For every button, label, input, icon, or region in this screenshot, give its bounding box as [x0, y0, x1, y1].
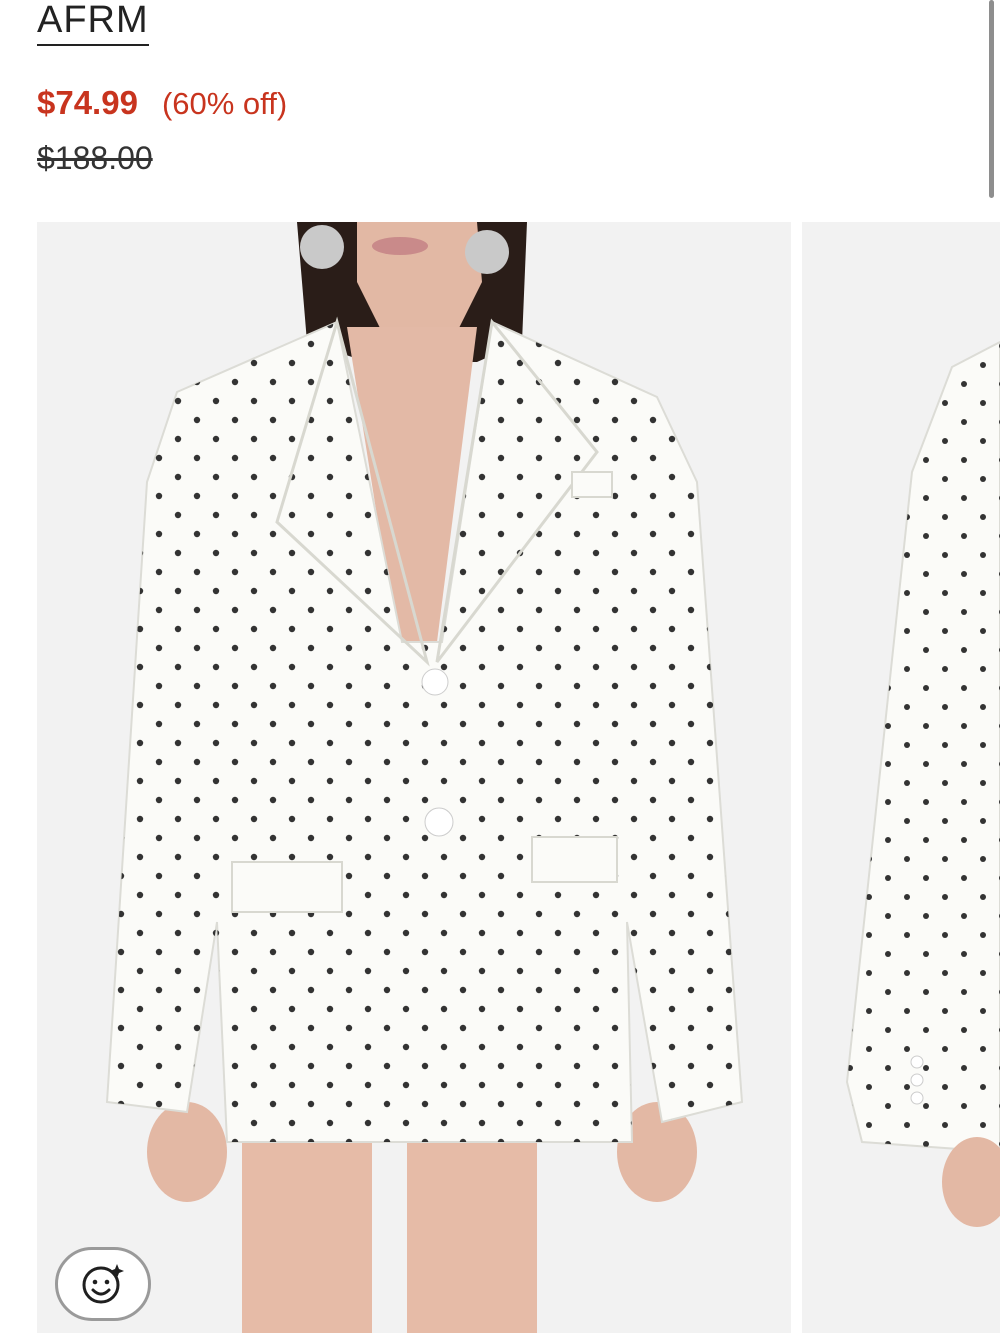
- brand-link[interactable]: AFRM: [37, 0, 149, 46]
- discount-label: (60% off): [161, 86, 288, 121]
- product-image-side[interactable]: [802, 222, 1000, 1333]
- smiley-sparkle-icon: [82, 1264, 124, 1304]
- price-row: $74.99 (60% off): [37, 84, 287, 122]
- scrollbar[interactable]: [989, 0, 994, 198]
- product-page: AFRM $74.99 (60% off) $188.00: [0, 0, 1000, 1333]
- virtual-try-on-button[interactable]: [55, 1247, 151, 1321]
- image-gallery[interactable]: [37, 222, 1000, 1333]
- blazer-side-illustration: [802, 222, 1000, 1333]
- blazer-front-illustration: [37, 222, 791, 1333]
- sale-price: $74.99: [37, 84, 138, 121]
- original-price: $188.00: [37, 140, 153, 176]
- product-image-front[interactable]: [37, 222, 791, 1333]
